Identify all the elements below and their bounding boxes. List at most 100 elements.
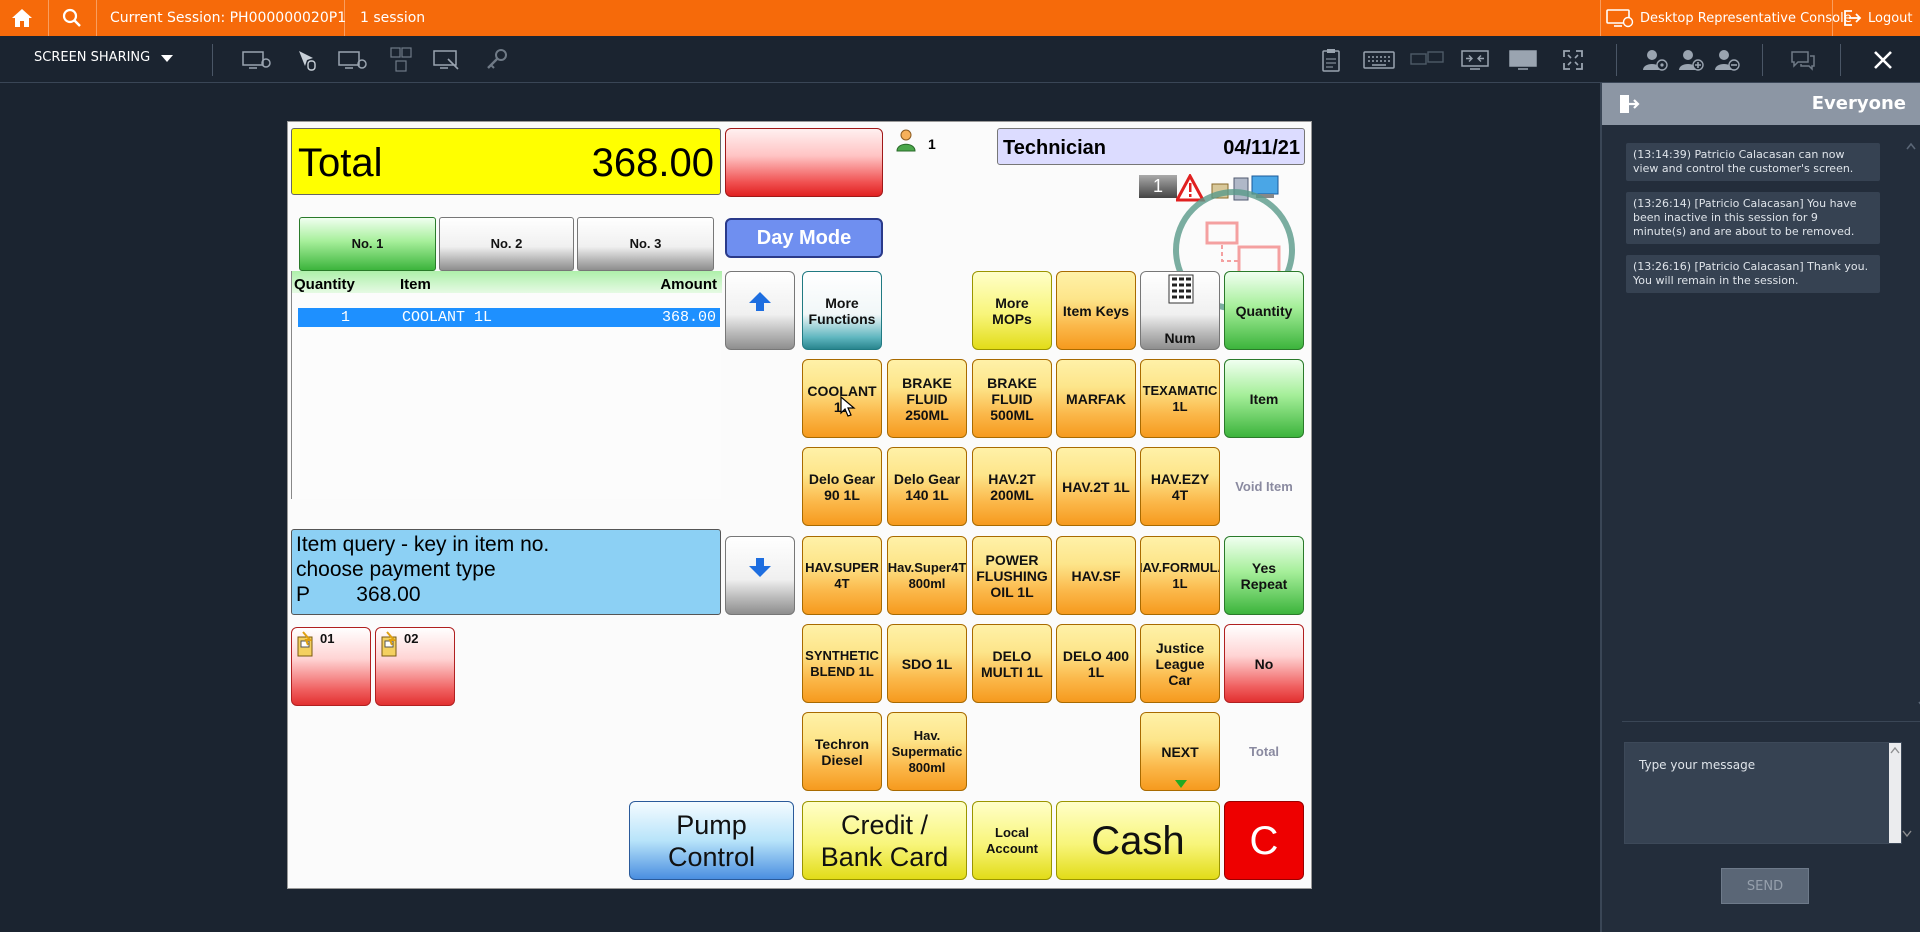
table-row[interactable]: 1 COOLANT 1L 368.00 <box>298 308 720 327</box>
delo-gear-90-button[interactable]: Delo Gear 90 1L <box>802 447 882 526</box>
session-count[interactable]: 1 session <box>360 0 425 36</box>
texamatic-button[interactable]: TEXAMATIC 1L <box>1140 359 1220 438</box>
screenshot-icon[interactable] <box>430 46 464 74</box>
hav-sf-button[interactable]: HAV.SF <box>1056 536 1136 615</box>
more-functions-button[interactable]: More Functions <box>802 271 882 350</box>
message-placeholder: Type your message <box>1639 758 1756 772</box>
no-button[interactable]: No <box>1224 624 1304 703</box>
multi-monitor-icon[interactable] <box>1410 46 1444 74</box>
prompt-line-2: choose payment type <box>296 558 496 581</box>
key-icon[interactable] <box>480 46 514 74</box>
techron-diesel-button[interactable]: Techron Diesel <box>802 712 882 791</box>
remote-screen[interactable]: Total 368.00 1 Technician 04/11/21 1 No.… <box>287 121 1312 889</box>
pump-number: 01 <box>320 631 335 646</box>
pump-control-button[interactable]: Pump Control <box>629 801 794 880</box>
next-button[interactable]: NEXT <box>1140 712 1220 791</box>
actual-size-icon[interactable] <box>1506 46 1540 74</box>
hav-supermatic-button[interactable]: Hav. Supermatic 800ml <box>887 712 967 791</box>
pointer-control-icon[interactable] <box>290 46 324 74</box>
chevron-down-icon <box>1902 830 1912 838</box>
clipboard-icon[interactable] <box>1314 46 1348 74</box>
user-icon <box>896 129 916 152</box>
remove-user-icon[interactable] <box>1710 46 1744 74</box>
tab-label: No. 3 <box>629 236 662 251</box>
send-button[interactable]: SEND <box>1721 868 1809 904</box>
row-item: COOLANT 1L <box>402 309 493 326</box>
ctrl-alt-del-icon[interactable] <box>384 46 418 74</box>
keyboard-icon[interactable] <box>1362 46 1396 74</box>
power-flushing-button[interactable]: POWER FLUSHING OIL 1L <box>972 536 1052 615</box>
hav-2t-1l-button[interactable]: HAV.2T 1L <box>1056 447 1136 526</box>
marfak-button[interactable]: MARFAK <box>1056 359 1136 438</box>
justice-league-button[interactable]: Justice League Car <box>1140 624 1220 703</box>
fit-screen-icon[interactable] <box>1458 46 1492 74</box>
tab-no-3[interactable]: No. 3 <box>577 217 714 271</box>
mouse-pointer-icon <box>840 396 856 417</box>
hav-super4t-button[interactable]: Hav.Super4T 800ml <box>887 536 967 615</box>
pump-01[interactable]: 01 <box>291 627 371 706</box>
numpad-icon <box>1168 274 1194 304</box>
tab-no-2[interactable]: No. 2 <box>439 217 574 271</box>
chat-header: Everyone <box>1602 83 1920 125</box>
screen-sharing-dropdown[interactable]: SCREEN SHARING <box>34 50 174 65</box>
invite-user-icon[interactable] <box>1674 46 1708 74</box>
item-button[interactable]: Item <box>1224 359 1304 438</box>
logout-label: Logout <box>1868 10 1913 26</box>
cash-button[interactable]: Cash <box>1056 801 1220 880</box>
exit-panel-icon[interactable] <box>1618 94 1640 114</box>
brake-fluid-250-button[interactable]: BRAKE FLUID 250ML <box>887 359 967 438</box>
clear-button[interactable]: C <box>1224 801 1304 880</box>
emergency-stop-button[interactable] <box>725 128 883 197</box>
monitor-view-icon[interactable] <box>240 46 274 74</box>
home-icon <box>12 9 32 27</box>
chat-message: (13:26:14) [Patricio Calacasan] You have… <box>1626 192 1880 244</box>
chat-icon[interactable] <box>1786 46 1820 74</box>
chat-title: Everyone <box>1811 93 1906 114</box>
item-keys-button[interactable]: Item Keys <box>1056 271 1136 350</box>
delo-gear-140-button[interactable]: Delo Gear 140 1L <box>887 447 967 526</box>
hav-2t-200-button[interactable]: HAV.2T 200ML <box>972 447 1052 526</box>
logout-button[interactable]: Logout <box>1842 0 1913 36</box>
home-button[interactable] <box>0 0 44 36</box>
yes-repeat-button[interactable]: Yes Repeat <box>1224 536 1304 615</box>
monitor-arrow-icon[interactable] <box>336 46 370 74</box>
desktop-console-label: Desktop Representative Console <box>1640 10 1852 26</box>
desktop-console-button[interactable]: Desktop Representative Console <box>1606 0 1852 36</box>
num-label: Num <box>1164 330 1196 346</box>
current-session-label[interactable]: Current Session: PH000000020P1 <box>110 0 346 36</box>
delo-400-button[interactable]: DELO 400 1L <box>1056 624 1136 703</box>
tab-no-1[interactable]: No. 1 <box>299 217 436 271</box>
void-item-button[interactable]: Void Item <box>1224 447 1304 526</box>
pump-02[interactable]: 02 <box>375 627 455 706</box>
chevron-up-icon <box>1906 142 1916 150</box>
input-scrollbar[interactable] <box>1889 743 1912 843</box>
hav-ezy-button[interactable]: HAV.EZY 4T <box>1140 447 1220 526</box>
add-user-icon[interactable] <box>1638 46 1672 74</box>
local-account-button[interactable]: Local Account <box>972 801 1052 880</box>
chat-message: (13:14:39) Patricio Calacasan can now vi… <box>1626 143 1880 181</box>
close-icon[interactable] <box>1866 46 1900 74</box>
scroll-down-button[interactable] <box>725 536 795 615</box>
quantity-button[interactable]: Quantity <box>1224 271 1304 350</box>
screen-sharing-label: SCREEN SHARING <box>34 50 151 65</box>
credit-bank-card-button[interactable]: Credit / Bank Card <box>802 801 967 880</box>
date: 04/11/21 <box>1223 137 1300 159</box>
search-button[interactable] <box>52 0 92 36</box>
hav-super-button[interactable]: HAV.SUPER 4T <box>802 536 882 615</box>
brake-fluid-500-button[interactable]: BRAKE FLUID 500ML <box>972 359 1052 438</box>
sdo-button[interactable]: SDO 1L <box>887 624 967 703</box>
delo-multi-button[interactable]: DELO MULTI 1L <box>972 624 1052 703</box>
hav-formula-button[interactable]: HAV.FORMULA 1L <box>1140 536 1220 615</box>
prompt-display: Item query - key in item no. choose paym… <box>291 529 721 615</box>
message-input[interactable]: Type your message <box>1624 742 1912 844</box>
tab-label: No. 1 <box>351 236 384 251</box>
chat-scrollbar[interactable] <box>1905 138 1920 714</box>
num-button[interactable]: Num <box>1140 271 1220 350</box>
row-qty: 1 <box>341 309 351 326</box>
scroll-up-button[interactable] <box>725 271 795 350</box>
synthetic-blend-button[interactable]: SYNTHETIC BLEND 1L <box>802 624 882 703</box>
more-mops-button[interactable]: More MOPs <box>972 271 1052 350</box>
fullscreen-icon[interactable] <box>1556 46 1590 74</box>
total-button[interactable]: Total <box>1224 712 1304 791</box>
day-mode-button[interactable]: Day Mode <box>725 218 883 258</box>
